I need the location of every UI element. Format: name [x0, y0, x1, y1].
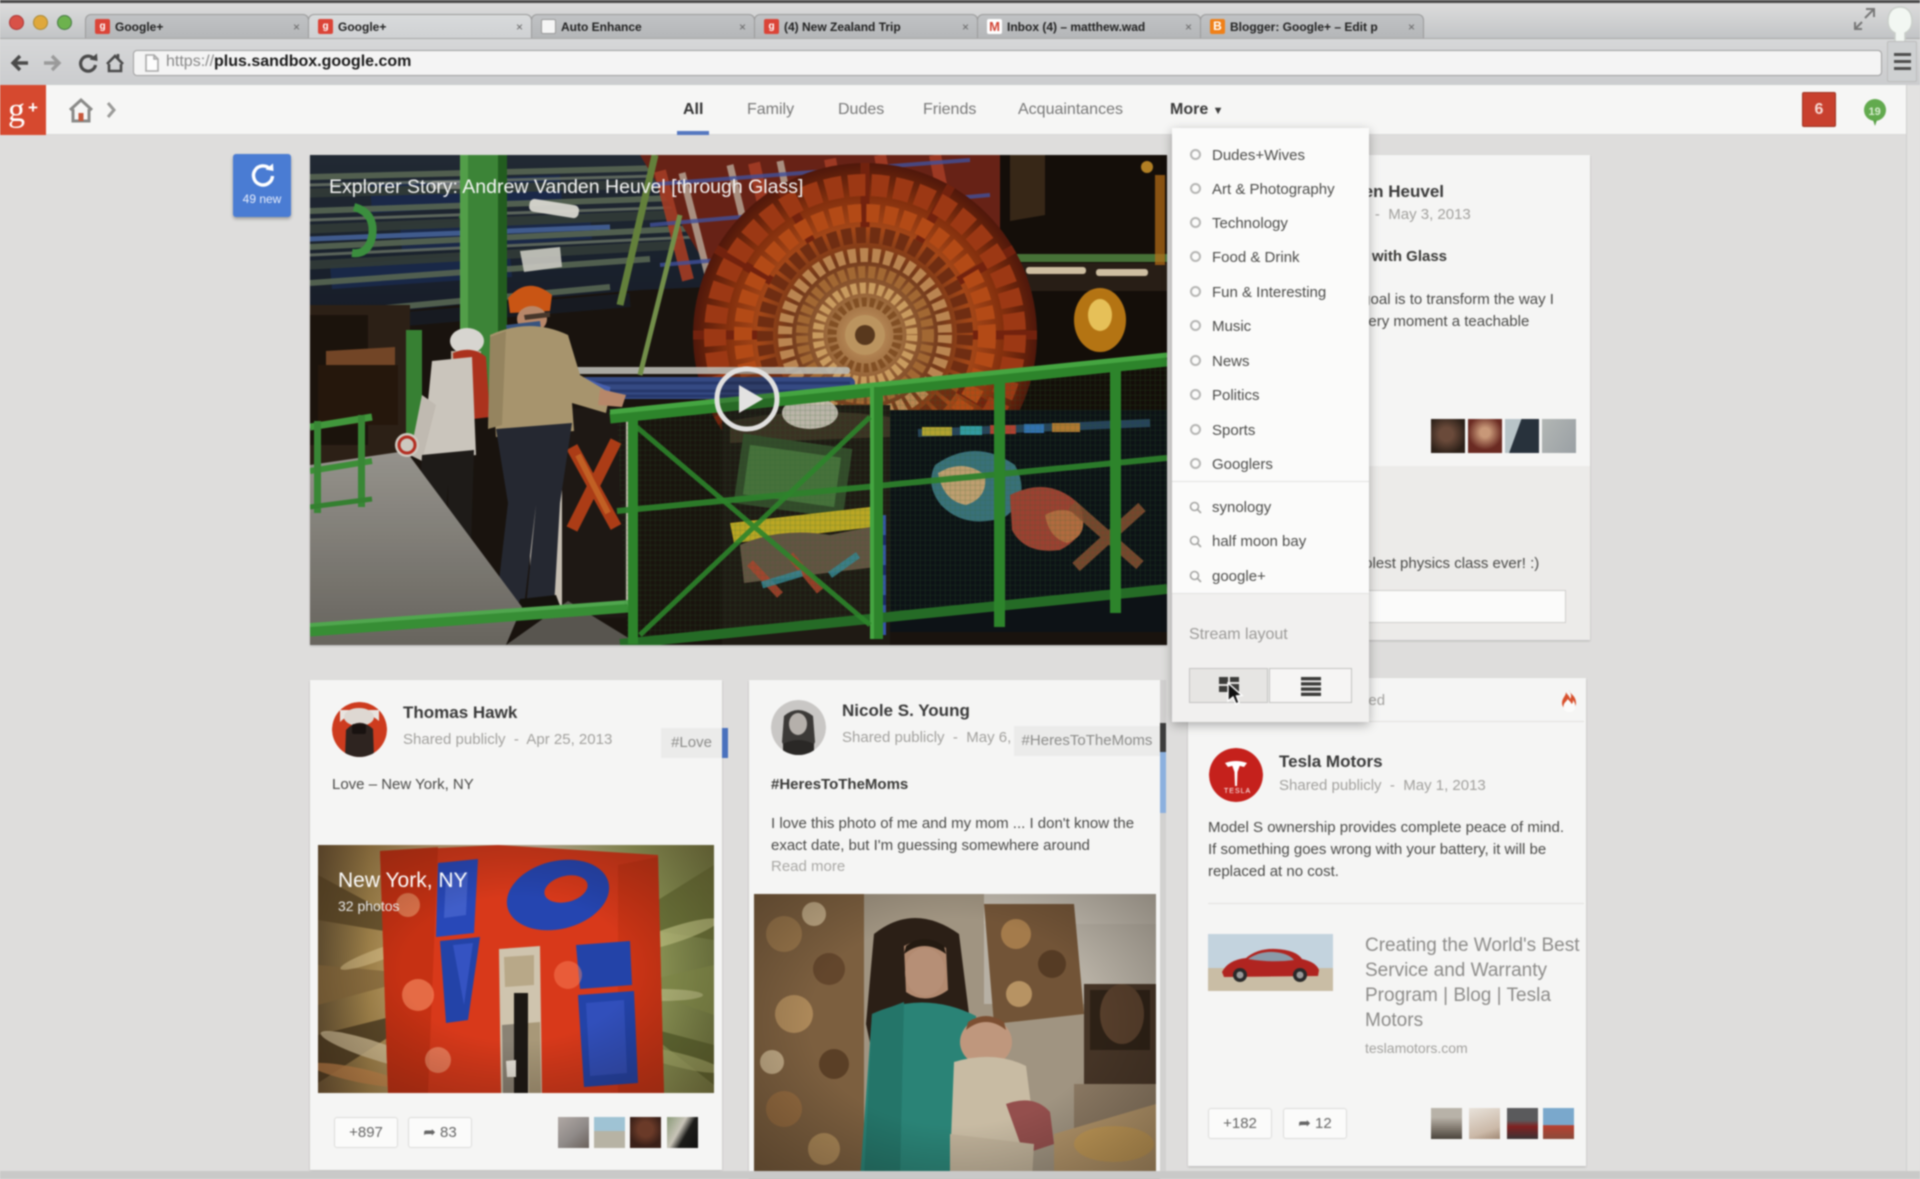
svg-text:g: g: [8, 92, 25, 129]
svg-text:+: +: [28, 98, 38, 117]
svg-text:New York, NY: New York, NY: [338, 869, 468, 892]
svg-text:19: 19: [1869, 106, 1881, 118]
svg-text:32 photos: 32 photos: [338, 898, 400, 914]
svg-text:TESLA: TESLA: [1224, 788, 1251, 795]
svg-text:Explorer Story: Andrew Vanden: Explorer Story: Andrew Vanden Heuvel [th…: [329, 176, 803, 198]
